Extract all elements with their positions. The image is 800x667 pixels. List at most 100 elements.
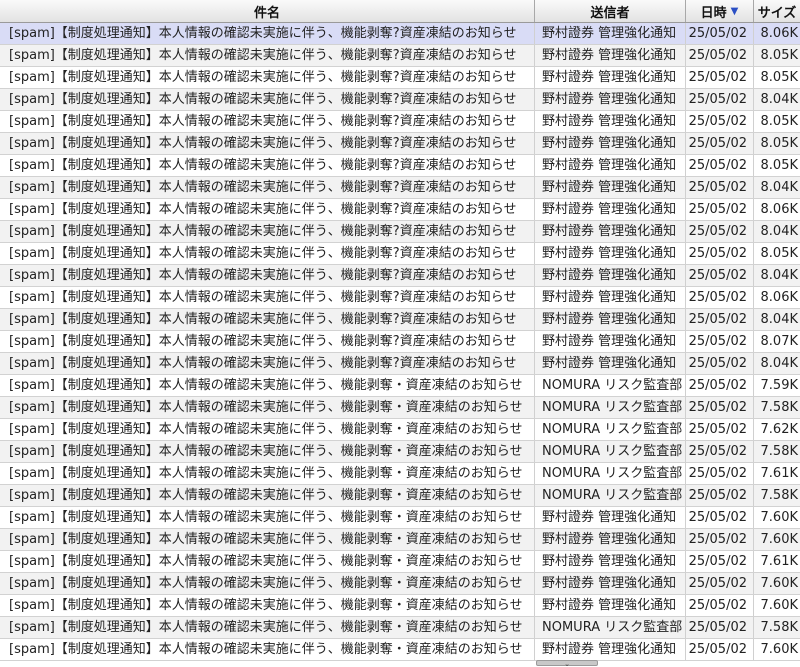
message-sender: 野村證券 管理強化通知 — [535, 133, 686, 154]
message-size: 8.04K — [760, 356, 798, 371]
message-date: 25/05/02 — [686, 595, 754, 616]
message-date: 25/05/02 — [686, 23, 754, 44]
message-size: 7.62K — [760, 422, 798, 437]
message-subject: [spam]【制度処理通知】本人情報の確認未実施に伴う、機能剥奪?資産凍結のお知… — [0, 309, 535, 330]
message-size: 7.60K — [760, 642, 798, 657]
message-date: 25/05/02 — [686, 441, 754, 462]
message-subject: [spam]【制度処理通知】本人情報の確認未実施に伴う、機能剥奪・資産凍結のお知… — [0, 485, 535, 506]
message-row[interactable]: [spam]【制度処理通知】本人情報の確認未実施に伴う、機能剥奪?資産凍結のお知… — [0, 45, 800, 67]
message-row[interactable]: [spam]【制度処理通知】本人情報の確認未実施に伴う、機能剥奪・資産凍結のお知… — [0, 441, 800, 463]
message-row[interactable]: [spam]【制度処理通知】本人情報の確認未実施に伴う、機能剥奪?資産凍結のお知… — [0, 155, 800, 177]
message-row[interactable]: [spam]【制度処理通知】本人情報の確認未実施に伴う、機能剥奪?資産凍結のお知… — [0, 221, 800, 243]
sort-desc-icon[interactable]: ▼ — [731, 6, 739, 17]
message-date: 25/05/02 — [686, 89, 754, 110]
message-date: 25/05/02 — [686, 177, 754, 198]
message-row[interactable]: [spam]【制度処理通知】本人情報の確認未実施に伴う、機能剥奪・資産凍結のお知… — [0, 463, 800, 485]
message-list: [spam]【制度処理通知】本人情報の確認未実施に伴う、機能剥奪?資産凍結のお知… — [0, 23, 800, 661]
message-subject: [spam]【制度処理通知】本人情報の確認未実施に伴う、機能剥奪?資産凍結のお知… — [0, 331, 535, 352]
message-row[interactable]: [spam]【制度処理通知】本人情報の確認未実施に伴う、機能剥奪?資産凍結のお知… — [0, 265, 800, 287]
message-size: 8.05K — [760, 70, 798, 85]
message-row[interactable]: [spam]【制度処理通知】本人情報の確認未実施に伴う、機能剥奪?資産凍結のお知… — [0, 111, 800, 133]
column-header-size-label: サイズ — [757, 5, 797, 21]
column-header-size[interactable]: サイズ — [754, 0, 800, 22]
message-subject: [spam]【制度処理通知】本人情報の確認未実施に伴う、機能剥奪・資産凍結のお知… — [0, 529, 535, 550]
message-date: 25/05/02 — [686, 639, 754, 660]
message-sender: 野村證券 管理強化通知 — [535, 67, 686, 88]
chevron-down-icon: ⌄ — [564, 660, 570, 667]
message-row[interactable]: [spam]【制度処理通知】本人情報の確認未実施に伴う、機能剥奪?資産凍結のお知… — [0, 67, 800, 89]
message-date: 25/05/02 — [686, 309, 754, 330]
message-row[interactable]: [spam]【制度処理通知】本人情報の確認未実施に伴う、機能剥奪?資産凍結のお知… — [0, 177, 800, 199]
message-subject: [spam]【制度処理通知】本人情報の確認未実施に伴う、機能剥奪?資産凍結のお知… — [0, 23, 535, 44]
message-subject: [spam]【制度処理通知】本人情報の確認未実施に伴う、機能剥奪?資産凍結のお知… — [0, 177, 535, 198]
message-subject: [spam]【制度処理通知】本人情報の確認未実施に伴う、機能剥奪・資産凍結のお知… — [0, 507, 535, 528]
message-date: 25/05/02 — [686, 463, 754, 484]
column-header-date[interactable]: 日時 ▼ — [686, 0, 754, 22]
message-sender: 野村證券 管理強化通知 — [535, 353, 686, 374]
message-sender: 野村證券 管理強化通知 — [535, 199, 686, 220]
column-header-sender[interactable]: 送信者 — [535, 0, 686, 22]
message-subject: [spam]【制度処理通知】本人情報の確認未実施に伴う、機能剥奪・資産凍結のお知… — [0, 419, 535, 440]
message-size: 7.61K — [760, 466, 798, 481]
message-row[interactable]: [spam]【制度処理通知】本人情報の確認未実施に伴う、機能剥奪?資産凍結のお知… — [0, 89, 800, 111]
message-row[interactable]: [spam]【制度処理通知】本人情報の確認未実施に伴う、機能剥奪?資産凍結のお知… — [0, 199, 800, 221]
message-date: 25/05/02 — [686, 331, 754, 352]
message-size: 7.61K — [760, 554, 798, 569]
message-row[interactable]: [spam]【制度処理通知】本人情報の確認未実施に伴う、機能剥奪・資産凍結のお知… — [0, 397, 800, 419]
message-subject: [spam]【制度処理通知】本人情報の確認未実施に伴う、機能剥奪?資産凍結のお知… — [0, 133, 535, 154]
message-row[interactable]: [spam]【制度処理通知】本人情報の確認未実施に伴う、機能剥奪?資産凍結のお知… — [0, 353, 800, 375]
message-row[interactable]: [spam]【制度処理通知】本人情報の確認未実施に伴う、機能剥奪・資産凍結のお知… — [0, 617, 800, 639]
message-sender: NOMURA リスク監査部 — [535, 419, 686, 440]
message-size: 8.04K — [760, 180, 798, 195]
message-size: 8.04K — [760, 92, 798, 107]
message-size: 8.05K — [760, 48, 798, 63]
message-size: 7.59K — [760, 378, 798, 393]
message-row[interactable]: [spam]【制度処理通知】本人情報の確認未実施に伴う、機能剥奪?資産凍結のお知… — [0, 23, 800, 45]
message-date: 25/05/02 — [686, 45, 754, 66]
message-date: 25/05/02 — [686, 221, 754, 242]
message-sender: 野村證券 管理強化通知 — [535, 551, 686, 572]
message-row[interactable]: [spam]【制度処理通知】本人情報の確認未実施に伴う、機能剥奪・資産凍結のお知… — [0, 573, 800, 595]
message-row[interactable]: [spam]【制度処理通知】本人情報の確認未実施に伴う、機能剥奪?資産凍結のお知… — [0, 133, 800, 155]
column-header-row: 件名 送信者 日時 ▼ サイズ — [0, 0, 800, 23]
column-header-subject[interactable]: 件名 — [0, 0, 535, 22]
message-sender: 野村證券 管理強化通知 — [535, 265, 686, 286]
message-date: 25/05/02 — [686, 199, 754, 220]
message-row[interactable]: [spam]【制度処理通知】本人情報の確認未実施に伴う、機能剥奪・資産凍結のお知… — [0, 375, 800, 397]
message-row[interactable]: [spam]【制度処理通知】本人情報の確認未実施に伴う、機能剥奪・資産凍結のお知… — [0, 507, 800, 529]
message-row[interactable]: [spam]【制度処理通知】本人情報の確認未実施に伴う、機能剥奪・資産凍結のお知… — [0, 639, 800, 661]
message-sender: NOMURA リスク監査部 — [535, 441, 686, 462]
message-sender: 野村證券 管理強化通知 — [535, 573, 686, 594]
message-row[interactable]: [spam]【制度処理通知】本人情報の確認未実施に伴う、機能剥奪・資産凍結のお知… — [0, 529, 800, 551]
scroll-down-handle[interactable]: ⌄ — [536, 660, 598, 667]
message-size: 8.05K — [760, 158, 798, 173]
message-row[interactable]: [spam]【制度処理通知】本人情報の確認未実施に伴う、機能剥奪?資産凍結のお知… — [0, 331, 800, 353]
message-row[interactable]: [spam]【制度処理通知】本人情報の確認未実施に伴う、機能剥奪?資産凍結のお知… — [0, 287, 800, 309]
message-subject: [spam]【制度処理通知】本人情報の確認未実施に伴う、機能剥奪?資産凍結のお知… — [0, 89, 535, 110]
message-sender: NOMURA リスク監査部 — [535, 375, 686, 396]
message-sender: NOMURA リスク監査部 — [535, 617, 686, 638]
message-subject: [spam]【制度処理通知】本人情報の確認未実施に伴う、機能剥奪・資産凍結のお知… — [0, 639, 535, 660]
message-size: 8.06K — [760, 26, 798, 41]
message-size: 8.06K — [760, 202, 798, 217]
message-date: 25/05/02 — [686, 265, 754, 286]
message-subject: [spam]【制度処理通知】本人情報の確認未実施に伴う、機能剥奪?資産凍結のお知… — [0, 111, 535, 132]
message-row[interactable]: [spam]【制度処理通知】本人情報の確認未実施に伴う、機能剥奪?資産凍結のお知… — [0, 309, 800, 331]
message-size: 7.60K — [760, 510, 798, 525]
message-subject: [spam]【制度処理通知】本人情報の確認未実施に伴う、機能剥奪・資産凍結のお知… — [0, 551, 535, 572]
message-row[interactable]: [spam]【制度処理通知】本人情報の確認未実施に伴う、機能剥奪・資産凍結のお知… — [0, 595, 800, 617]
message-sender: 野村證券 管理強化通知 — [535, 507, 686, 528]
message-date: 25/05/02 — [686, 419, 754, 440]
message-date: 25/05/02 — [686, 573, 754, 594]
message-row[interactable]: [spam]【制度処理通知】本人情報の確認未実施に伴う、機能剥奪・資産凍結のお知… — [0, 419, 800, 441]
message-subject: [spam]【制度処理通知】本人情報の確認未実施に伴う、機能剥奪?資産凍結のお知… — [0, 287, 535, 308]
message-date: 25/05/02 — [686, 155, 754, 176]
message-date: 25/05/02 — [686, 67, 754, 88]
message-row[interactable]: [spam]【制度処理通知】本人情報の確認未実施に伴う、機能剥奪・資産凍結のお知… — [0, 551, 800, 573]
message-row[interactable]: [spam]【制度処理通知】本人情報の確認未実施に伴う、機能剥奪?資産凍結のお知… — [0, 243, 800, 265]
message-date: 25/05/02 — [686, 397, 754, 418]
message-subject: [spam]【制度処理通知】本人情報の確認未実施に伴う、機能剥奪?資産凍結のお知… — [0, 221, 535, 242]
message-size: 7.58K — [760, 488, 798, 503]
message-subject: [spam]【制度処理通知】本人情報の確認未実施に伴う、機能剥奪・資産凍結のお知… — [0, 397, 535, 418]
message-row[interactable]: [spam]【制度処理通知】本人情報の確認未実施に伴う、機能剥奪・資産凍結のお知… — [0, 485, 800, 507]
